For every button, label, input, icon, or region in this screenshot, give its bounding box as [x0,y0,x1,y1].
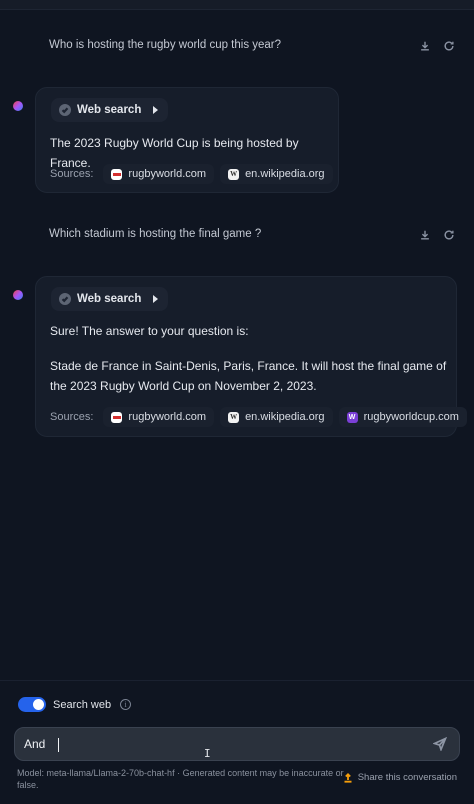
download-icon[interactable] [418,39,432,53]
answer-card-1: Web search The 2023 Rugby World Cup is b… [35,87,339,193]
source-link[interactable]: W rugbyworldcup.com [338,407,467,427]
source-link[interactable]: W en.wikipedia.org [220,164,333,184]
rugbyworld-favicon [111,168,123,180]
share-conversation-link[interactable]: Share this conversation [343,772,457,783]
caret-right-icon [153,295,159,303]
source-label: en.wikipedia.org [245,168,325,180]
answer-text: Stade de France in Saint-Denis, Paris, F… [50,359,447,373]
sources-row: Sources: rugbyworld.com W en.wikipedia.o… [50,164,333,184]
text-caret [58,738,59,752]
source-label: rugbyworldcup.com [363,411,459,423]
source-label: en.wikipedia.org [245,411,325,423]
web-search-toggle[interactable]: Web search [51,287,169,311]
share-icon [344,772,352,783]
assistant-avatar [13,290,23,300]
search-web-control: Search web i [18,697,132,712]
source-link[interactable]: rugbyworld.com [103,164,215,184]
model-disclaimer: Model: meta-llama/Llama-2-70b-chat-hf · … [17,768,344,790]
web-search-label: Web search [77,293,142,305]
top-bar [0,0,474,10]
source-label: rugbyworld.com [128,168,207,180]
web-search-toggle[interactable]: Web search [51,98,169,122]
wikipedia-favicon: W [228,411,240,423]
source-link[interactable]: rugbyworld.com [103,407,215,427]
message-actions-1 [418,39,456,53]
caret-right-icon [153,106,159,114]
download-icon[interactable] [418,228,432,242]
answer-text: Sure! The answer to your question is: [50,324,249,338]
message-actions-2 [418,228,456,242]
retry-icon[interactable] [442,39,456,53]
share-label: Share this conversation [357,772,457,783]
wikipedia-favicon: W [228,168,240,180]
answer-text: the 2023 Rugby World Cup on November 2, … [50,379,317,393]
user-message-2: Which stadium is hosting the final game … [49,228,262,240]
user-message-1: Who is hosting the rugby world cup this … [49,39,282,51]
info-icon[interactable]: i [120,699,132,710]
retry-icon[interactable] [442,228,456,242]
chat-input[interactable] [24,735,424,753]
web-search-label: Web search [77,104,142,116]
rugbyworld-favicon [111,411,123,423]
search-web-label: Search web [53,698,112,711]
chat-input-box[interactable]: I [14,727,460,761]
answer-card-2: Web search Sure! The answer to your ques… [35,276,467,437]
check-icon [59,104,71,116]
sources-label: Sources: [50,168,94,180]
source-label: rugbyworld.com [128,411,207,423]
rugbyworldcup-favicon: W [346,411,358,423]
source-link[interactable]: W en.wikipedia.org [220,407,333,427]
sources-row: Sources: rugbyworld.com W en.wikipedia.o… [50,407,467,427]
ibeam-cursor-icon: I [204,747,211,760]
send-icon[interactable] [432,736,448,752]
check-icon [59,293,71,305]
assistant-avatar [13,101,23,111]
search-web-toggle[interactable] [18,697,46,712]
sources-label: Sources: [50,411,94,423]
